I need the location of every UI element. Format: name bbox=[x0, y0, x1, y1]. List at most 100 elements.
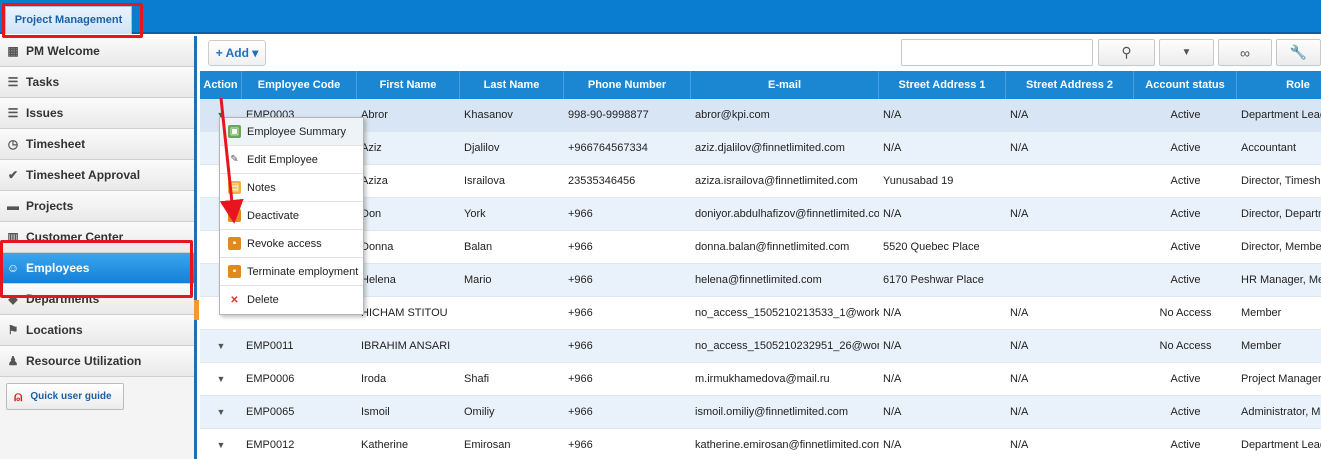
menu-item-label: Employee Summary bbox=[247, 125, 347, 138]
cell-last-name: Israilova bbox=[464, 175, 505, 187]
cell-employee-code: EMP0006 bbox=[246, 373, 295, 385]
table-row[interactable]: ▼ EMP0011 IBRAHIM ANSARI +966 no_access_1505… bbox=[200, 330, 1321, 363]
cell-account-status: Active bbox=[1170, 241, 1201, 253]
cell-account-status: Active bbox=[1170, 109, 1201, 121]
search-input[interactable] bbox=[901, 39, 1093, 66]
link-icon: ∞ bbox=[1240, 44, 1250, 61]
cell-last-name: Omiliy bbox=[464, 406, 495, 418]
delete-icon: ✕ bbox=[230, 294, 239, 306]
list-icon: ☰ bbox=[7, 75, 19, 89]
search-icon: ⚲ bbox=[1121, 44, 1132, 60]
cell-role: Project Manager bbox=[1241, 373, 1321, 385]
people-icon: ♟ bbox=[7, 354, 19, 368]
cell-phone-number: +966 bbox=[568, 439, 593, 451]
table-row[interactable]: Helena Mario +966 helena@finnetlimited.com 6… bbox=[200, 264, 1321, 297]
column-header-action[interactable]: Action bbox=[200, 71, 242, 99]
menu-item-delete[interactable]: ✕ Delete bbox=[220, 286, 363, 314]
cell-role: Member bbox=[1241, 307, 1282, 319]
sidebar-item-projects[interactable]: ▬ Projects bbox=[0, 191, 194, 222]
sidebar-item-timesheet[interactable]: ◷ Timesheet bbox=[0, 129, 194, 160]
cell-street-address-1: N/A bbox=[883, 109, 902, 121]
cell-street-address-2: N/A bbox=[1010, 307, 1029, 319]
employee-table: Action Employee Code First Name Last Name Ph… bbox=[200, 71, 1321, 459]
menu-item-label: Revoke access bbox=[247, 237, 322, 250]
table-row[interactable]: ▼ EMP0003 Abror Khasanov 998-90-9998877 abror… bbox=[200, 99, 1321, 132]
menu-item-employee-summary[interactable]: ▣ Employee Summary bbox=[220, 118, 363, 146]
quick-user-guide-label: Quick user guide bbox=[30, 391, 112, 402]
cell-last-name: Mario bbox=[464, 274, 492, 286]
summary-icon: ▣ bbox=[228, 125, 241, 138]
search-button[interactable]: ⚲ bbox=[1098, 39, 1155, 66]
cell-phone-number: 23535346456 bbox=[568, 175, 636, 187]
link-button[interactable]: ∞ bbox=[1218, 39, 1272, 66]
column-header-phone-number[interactable]: Phone Number bbox=[564, 71, 691, 99]
row-action-caret[interactable]: ▼ bbox=[200, 363, 242, 395]
menu-item-notes[interactable]: ▤ Notes bbox=[220, 174, 363, 202]
table-row[interactable]: Aziza Israilova 23535346456 aziza.israilova… bbox=[200, 165, 1321, 198]
collapse-handle[interactable] bbox=[194, 300, 199, 320]
column-header-last-name[interactable]: Last Name bbox=[460, 71, 564, 99]
add-button[interactable]: + Add ▾ bbox=[208, 40, 266, 66]
table-row[interactable]: HICHAM STITOU +966 no_access_1505210213533… bbox=[200, 297, 1321, 330]
row-action-caret[interactable]: ▼ bbox=[200, 330, 242, 362]
sidebar-item-issues[interactable]: ☰ Issues bbox=[0, 98, 194, 129]
cell-street-address-1: N/A bbox=[883, 340, 902, 352]
list-icon: ☰ bbox=[7, 106, 19, 120]
cell-role: Department Lead bbox=[1241, 109, 1321, 121]
quick-user-guide-button[interactable]: ⍝ Quick user guide bbox=[6, 383, 124, 410]
filter-button[interactable]: ▼ bbox=[1159, 39, 1214, 66]
sidebar-item-resource-utilization[interactable]: ♟ Resource Utilization bbox=[0, 346, 194, 377]
menu-item-deactivate[interactable]: ▪ Deactivate bbox=[220, 202, 363, 230]
column-header-role[interactable]: Role bbox=[1237, 71, 1321, 99]
cell-e-mail: abror@kpi.com bbox=[695, 109, 770, 121]
row-action-caret[interactable]: ▼ bbox=[200, 429, 242, 459]
sidebar-nav: ▦ PM Welcome ☰ Tasks ☰ Issues ◷ Timesheet ✔ Times… bbox=[0, 36, 194, 377]
table-row[interactable]: ▼ EMP0065 Ismoil Omiliy +966 ismoil.omiliy@fi… bbox=[200, 396, 1321, 429]
sidebar-item-timesheet-approval[interactable]: ✔ Timesheet Approval bbox=[0, 160, 194, 191]
table-header: Action Employee Code First Name Last Name Ph… bbox=[200, 71, 1321, 99]
menu-item-label: Terminate employment bbox=[247, 265, 359, 278]
cell-first-name: Ismoil bbox=[361, 406, 390, 418]
lock-icon: ▪ bbox=[228, 209, 241, 222]
column-header-e-mail[interactable]: E-mail bbox=[691, 71, 879, 99]
row-action-caret[interactable]: ▼ bbox=[200, 396, 242, 428]
cell-street-address-1: 5520 Quebec Place bbox=[883, 241, 980, 253]
table-row[interactable]: ▼ EMP0006 Iroda Shafi +966 m.irmukhamedova@ma… bbox=[200, 363, 1321, 396]
table-row[interactable]: Aziz Djalilov +966764567334 aziz.djalilov@f… bbox=[200, 132, 1321, 165]
settings-button[interactable]: 🔧 bbox=[1276, 39, 1321, 66]
table-row[interactable]: Don York +966 doniyor.abdulhafizov@finnetli… bbox=[200, 198, 1321, 231]
cell-e-mail: no_access_1505210213533_1@workspace bbox=[695, 307, 879, 319]
cell-e-mail: doniyor.abdulhafizov@finnetlimited.com bbox=[695, 208, 879, 220]
menu-item-label: Deactivate bbox=[247, 209, 299, 222]
cell-e-mail: aziz.djalilov@finnetlimited.com bbox=[695, 142, 845, 154]
sidebar-item-pm-welcome[interactable]: ▦ PM Welcome bbox=[0, 36, 194, 67]
menu-item-label: Delete bbox=[247, 294, 279, 306]
column-header-street-address-1[interactable]: Street Address 1 bbox=[879, 71, 1006, 99]
cell-phone-number: +966 bbox=[568, 307, 593, 319]
cell-last-name: York bbox=[464, 208, 486, 220]
column-header-street-address-2[interactable]: Street Address 2 bbox=[1006, 71, 1134, 99]
cell-street-address-2: N/A bbox=[1010, 109, 1029, 121]
column-header-employee-code[interactable]: Employee Code bbox=[242, 71, 357, 99]
menu-item-revoke-access[interactable]: ▪ Revoke access bbox=[220, 230, 363, 258]
cell-last-name: Emirosan bbox=[464, 439, 511, 451]
cell-role: Director, Department bbox=[1241, 208, 1321, 220]
column-header-first-name[interactable]: First Name bbox=[357, 71, 460, 99]
cell-street-address-1: Yunusabad 19 bbox=[883, 175, 954, 187]
sidebar-item-label: Timesheet bbox=[26, 137, 86, 151]
table-row[interactable]: Donna Balan +966 donna.balan@finnetlimited.… bbox=[200, 231, 1321, 264]
cell-last-name: Khasanov bbox=[464, 109, 513, 121]
menu-item-edit-employee[interactable]: ✎ Edit Employee bbox=[220, 146, 363, 174]
cell-street-address-1: N/A bbox=[883, 406, 902, 418]
toolbar: + Add ▾ ⚲ ▼ ∞ 🔧 bbox=[200, 36, 1321, 70]
column-header-account-status[interactable]: Account status bbox=[1134, 71, 1237, 99]
cell-street-address-1: N/A bbox=[883, 142, 902, 154]
table-row[interactable]: ▼ EMP0012 Katherine Emirosan +966 katherine.e… bbox=[200, 429, 1321, 459]
menu-item-label: Notes bbox=[247, 181, 276, 194]
notes-icon: ▤ bbox=[228, 181, 241, 194]
menu-item-terminate-employment[interactable]: ▪ Terminate employment bbox=[220, 258, 363, 286]
cell-account-status: Active bbox=[1170, 142, 1201, 154]
sidebar-item-locations[interactable]: ⚑ Locations bbox=[0, 315, 194, 346]
sidebar-item-tasks[interactable]: ☰ Tasks bbox=[0, 67, 194, 98]
cell-role: Director, Timesheet bbox=[1241, 175, 1321, 187]
